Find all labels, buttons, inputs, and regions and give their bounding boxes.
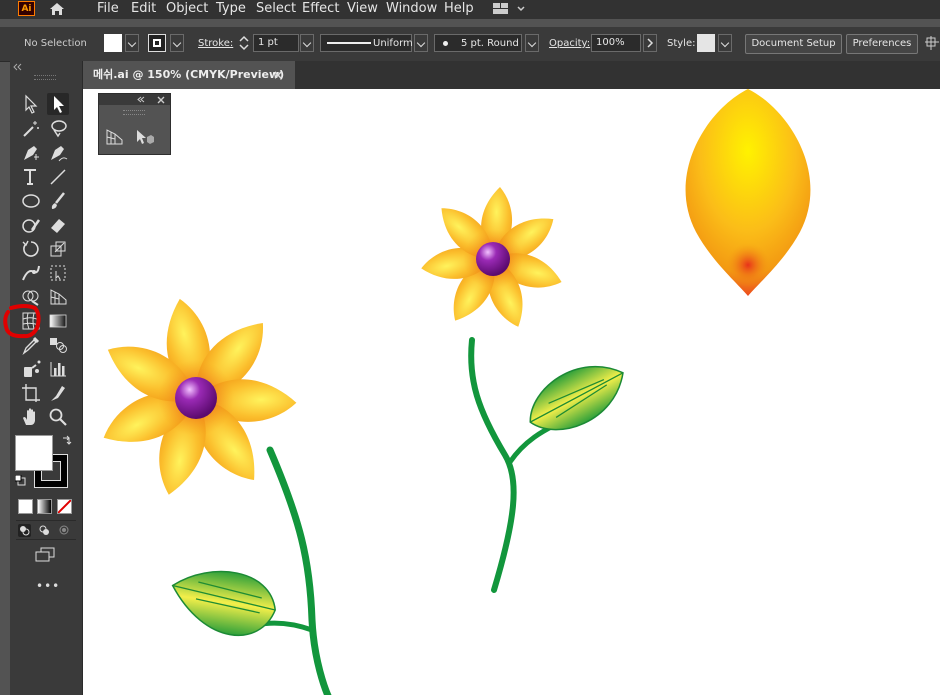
symbol-sprayer-tool-icon[interactable]: [20, 358, 42, 380]
rotate-tool-icon[interactable]: [20, 238, 42, 260]
document-tab[interactable]: 메쉬.ai @ 150% (CMYK/Preview) ×: [83, 61, 295, 89]
document-tab-bar: 메쉬.ai @ 150% (CMYK/Preview) ×: [83, 61, 940, 89]
paintbrush-tool-icon[interactable]: [47, 190, 69, 212]
puppet-warp-tool-icon[interactable]: [20, 262, 42, 284]
pen-tool-icon[interactable]: [20, 142, 42, 164]
draw-behind-icon[interactable]: [38, 524, 51, 537]
lasso-tool-icon[interactable]: [47, 118, 69, 140]
selection-status: No Selection: [24, 38, 87, 49]
highlight-annotation: [3, 304, 41, 339]
line-segment-tool-icon[interactable]: [47, 166, 69, 188]
brush-select[interactable]: 5 pt. Round: [434, 34, 522, 52]
perspective-grid-icon[interactable]: [105, 128, 125, 146]
workspace-switcher-icon[interactable]: [492, 1, 528, 17]
default-colors-icon[interactable]: [14, 474, 26, 486]
opacity-arrow-icon[interactable]: [643, 34, 657, 52]
floating-tool-panel: [98, 93, 171, 155]
panel-grip[interactable]: [34, 75, 56, 80]
stroke-profile-dropdown[interactable]: [414, 34, 428, 52]
fill-swatch[interactable]: [104, 34, 122, 52]
scale-tool-icon[interactable]: [47, 238, 69, 260]
menu-file[interactable]: File: [97, 1, 119, 16]
stroke-dropdown[interactable]: [170, 34, 184, 52]
stem-small: [468, 337, 517, 593]
magic-wand-tool-icon[interactable]: [20, 118, 42, 140]
arrange-icon[interactable]: [924, 35, 940, 51]
opacity-input[interactable]: 100%: [591, 34, 641, 52]
stroke-swatch[interactable]: [148, 34, 166, 52]
zoom-tool-icon[interactable]: [47, 406, 69, 428]
gradient-mode-button[interactable]: [37, 499, 52, 514]
curvature-tool-icon[interactable]: [47, 142, 69, 164]
perspective-selection-icon[interactable]: [135, 128, 155, 146]
tools-panel: •••: [3, 61, 83, 695]
ellipse-tool-icon[interactable]: [20, 190, 42, 212]
artboard-tool-icon[interactable]: [20, 382, 42, 404]
perspective-grid-tool-icon[interactable]: [47, 286, 69, 308]
collapse-panel-icon[interactable]: [12, 63, 22, 71]
column-graph-tool-icon[interactable]: [47, 358, 69, 380]
graphic-style-swatch[interactable]: [697, 34, 715, 52]
menu-bar: Ai File Edit Object Type Select Effect V…: [0, 0, 940, 19]
gradient-tool-icon[interactable]: [47, 310, 69, 332]
artwork: [95, 89, 811, 695]
menu-select[interactable]: Select: [256, 1, 296, 16]
opacity-label[interactable]: Opacity:: [549, 38, 590, 49]
none-mode-button[interactable]: [57, 499, 72, 514]
stroke-stepper-icon[interactable]: [237, 34, 251, 52]
floating-panel-grip[interactable]: [123, 110, 145, 115]
stroke-profile-select[interactable]: Uniform: [320, 34, 413, 52]
collapse-icon[interactable]: [137, 96, 145, 103]
leaf-right: [529, 365, 624, 431]
document-tab-title: 메쉬.ai @ 150% (CMYK/Preview): [93, 68, 285, 81]
eraser-tool-icon[interactable]: [47, 214, 69, 236]
document-setup-button[interactable]: Document Setup: [745, 34, 842, 54]
artboard-canvas[interactable]: [83, 89, 940, 695]
more-tools-button[interactable]: •••: [36, 579, 60, 593]
shaper-tool-icon[interactable]: [20, 214, 42, 236]
fill-color-box[interactable]: [15, 435, 53, 471]
slice-tool-icon[interactable]: [47, 382, 69, 404]
menu-help[interactable]: Help: [444, 1, 474, 16]
brush-label: 5 pt. Round: [461, 38, 519, 49]
home-icon[interactable]: [48, 1, 66, 17]
menu-window[interactable]: Window: [386, 1, 437, 16]
free-transform-tool-icon[interactable]: [47, 262, 69, 284]
close-panel-icon[interactable]: [157, 96, 165, 104]
stroke-label[interactable]: Stroke:: [198, 38, 233, 49]
graphic-style-dropdown[interactable]: [718, 34, 732, 52]
hand-tool-icon[interactable]: [20, 406, 42, 428]
menu-edit[interactable]: Edit: [131, 1, 156, 16]
menu-type[interactable]: Type: [216, 1, 246, 16]
screen-mode-icon[interactable]: [34, 547, 56, 563]
blend-tool-icon[interactable]: [47, 334, 69, 356]
menu-view[interactable]: View: [347, 1, 378, 16]
floating-panel-header[interactable]: [99, 94, 170, 105]
type-tool-icon[interactable]: [20, 166, 42, 188]
app-logo: Ai: [18, 1, 35, 16]
stem-large: [266, 446, 332, 695]
control-bar: No Selection Stroke: 1 pt Uniform 5 pt. …: [0, 27, 940, 62]
draw-inside-icon[interactable]: [58, 524, 71, 537]
menu-object[interactable]: Object: [166, 1, 208, 16]
selection-tool-icon[interactable]: [47, 93, 69, 115]
draw-normal-icon[interactable]: [18, 524, 31, 537]
flower-small: [418, 187, 566, 333]
flower-large: [95, 294, 298, 500]
stroke-profile-label: Uniform: [373, 38, 413, 49]
menu-effect[interactable]: Effect: [302, 1, 339, 16]
swap-colors-icon[interactable]: [61, 435, 73, 447]
color-mode-button[interactable]: [18, 499, 33, 514]
stroke-weight-dropdown[interactable]: [300, 34, 314, 52]
leaf-left: [171, 570, 276, 636]
style-label: Style:: [667, 38, 696, 49]
direct-selection-tool-icon[interactable]: [20, 93, 42, 115]
stroke-weight-input[interactable]: 1 pt: [253, 34, 299, 52]
brush-dropdown[interactable]: [525, 34, 539, 52]
close-icon[interactable]: ×: [273, 61, 283, 89]
fill-dropdown[interactable]: [125, 34, 139, 52]
draw-modes: [16, 520, 76, 540]
preferences-button[interactable]: Preferences: [846, 34, 918, 54]
